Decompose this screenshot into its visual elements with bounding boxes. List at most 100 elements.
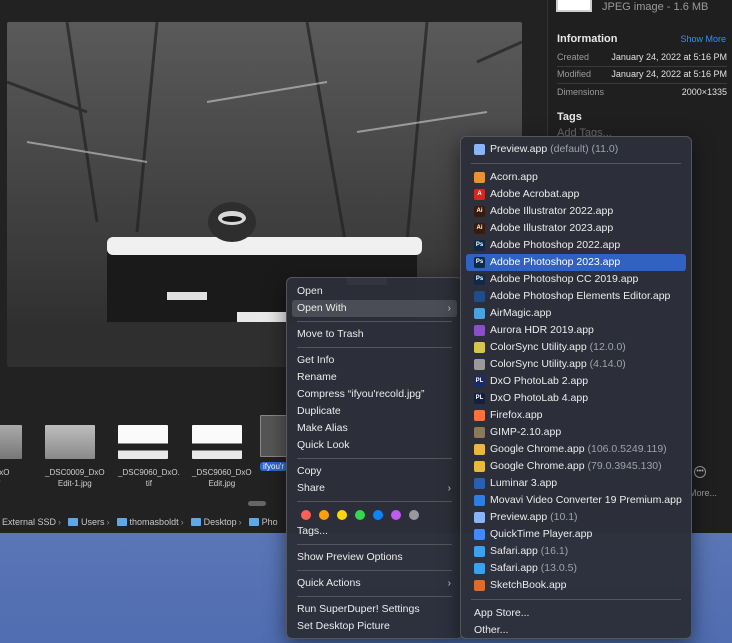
menu-item-show-preview-options[interactable]: Show Preview Options: [292, 549, 457, 566]
menu-item-tags[interactable]: Tags...: [292, 523, 457, 540]
submenu-item-app[interactable]: Acorn.app: [466, 169, 686, 186]
app-version: (16.1): [537, 545, 569, 557]
submenu-item-app[interactable]: Safari.app (13.0.5): [466, 560, 686, 577]
submenu-item-app[interactable]: Luminar 3.app: [466, 475, 686, 492]
submenu-item-app[interactable]: Ps Adobe Photoshop CC 2019.app: [466, 271, 686, 288]
menu-item-share[interactable]: Share ›: [292, 480, 457, 497]
submenu-item-app[interactable]: Ai Adobe Illustrator 2023.app: [466, 220, 686, 237]
info-key: Dimensions: [557, 87, 605, 97]
submenu-item-app[interactable]: PL DxO PhotoLab 2.app: [466, 373, 686, 390]
firefox-icon: [474, 410, 485, 421]
tag-purple-dot[interactable]: [391, 509, 401, 520]
aurora-icon: [474, 325, 485, 336]
app-name: Adobe Photoshop 2022.app: [490, 239, 621, 251]
app-name: Movavi Video Converter 19 Premium.app: [490, 494, 682, 506]
submenu-item-app[interactable]: SketchBook.app: [466, 577, 686, 594]
path-segment[interactable]: Desktop ›: [190, 517, 246, 527]
submenu-item-app[interactable]: Ps Adobe Photoshop 2022.app: [466, 237, 686, 254]
thumbnail-item[interactable]: 9_DxOtif: [0, 425, 22, 489]
submenu-item-default-app[interactable]: Preview.app (default) (11.0): [466, 141, 686, 158]
tag-red-dot[interactable]: [301, 509, 311, 520]
submenu-item-app[interactable]: GIMP-2.10.app: [466, 424, 686, 441]
tags-heading: Tags: [557, 111, 582, 123]
submenu-item-app[interactable]: Aurora HDR 2019.app: [466, 322, 686, 339]
info-key: Modified: [557, 69, 592, 79]
dxo-icon: PL: [474, 376, 485, 387]
tag-blue-dot[interactable]: [373, 509, 383, 520]
submenu-item-app[interactable]: QuickTime Player.app: [466, 526, 686, 543]
path-segment[interactable]: thomasboldt ›: [116, 517, 188, 527]
folder-icon: [248, 518, 259, 526]
thumbnail-item[interactable]: _DSC9060_DxO. tif: [118, 425, 180, 489]
submenu-item-app[interactable]: ColorSync Utility.app (4.14.0): [466, 356, 686, 373]
submenu-item-app[interactable]: Ai Adobe Illustrator 2022.app: [466, 203, 686, 220]
submenu-item-app[interactable]: Movavi Video Converter 19 Premium.app: [466, 492, 686, 509]
thumbnail-item[interactable]: _DSC0009_DxO Edit-1.jpg: [45, 425, 105, 489]
submenu-item-app[interactable]: Safari.app (16.1): [466, 543, 686, 560]
menu-item-make-alias[interactable]: Make Alias: [292, 420, 457, 437]
thumbnail-image: [0, 425, 22, 459]
menu-item-quick-look[interactable]: Quick Look: [292, 437, 457, 454]
submenu-item-app-store[interactable]: App Store...: [466, 605, 686, 622]
information-heading: Information: [557, 33, 618, 45]
luminar-icon: [474, 478, 485, 489]
menu-item-open-with[interactable]: Open With ›: [292, 300, 457, 317]
submenu-item-app[interactable]: Preview.app (10.1): [466, 509, 686, 526]
menu-item-duplicate[interactable]: Duplicate: [292, 403, 457, 420]
menu-separator: [297, 501, 452, 502]
submenu-item-app[interactable]: Adobe Photoshop Elements Editor.app: [466, 288, 686, 305]
quicktime-icon: [474, 529, 485, 540]
app-version: (106.0.5249.119): [584, 443, 667, 455]
tag-orange-dot[interactable]: [319, 509, 329, 520]
divider: [557, 66, 727, 67]
menu-item-rename[interactable]: Rename: [292, 369, 457, 386]
submenu-item-app[interactable]: AirMagic.app: [466, 305, 686, 322]
horizontal-scrollbar[interactable]: [248, 501, 266, 506]
path-segment[interactable]: External SSD ›: [2, 517, 65, 527]
path-segment[interactable]: Pho: [248, 517, 278, 527]
submenu-item-app[interactable]: Google Chrome.app (79.0.3945.130): [466, 458, 686, 475]
app-name: Safari.app: [490, 545, 538, 557]
menu-item-compress[interactable]: Compress “ifyou'recold.jpg”: [292, 386, 457, 403]
menu-item-move-to-trash[interactable]: Move to Trash: [292, 326, 457, 343]
thumbnail-image: [192, 425, 242, 459]
thumbnail-item-selected[interactable]: ifyou'r: [260, 415, 288, 472]
submenu-item-other[interactable]: Other...: [466, 622, 686, 639]
tag-green-dot[interactable]: [355, 509, 365, 520]
menu-separator: [297, 570, 452, 571]
submenu-item-app[interactable]: PL DxO PhotoLab 4.app: [466, 390, 686, 407]
submenu-item-app[interactable]: Ps Adobe Photoshop 2023.app: [466, 254, 686, 271]
menu-separator: [471, 599, 681, 600]
app-name: DxO PhotoLab 2.app: [490, 375, 589, 387]
menu-item-copy[interactable]: Copy: [292, 463, 457, 480]
sketchbook-icon: [474, 580, 485, 591]
movavi-icon: [474, 495, 485, 506]
submenu-item-app[interactable]: Firefox.app: [466, 407, 686, 424]
submenu-item-app[interactable]: A Adobe Acrobat.app: [466, 186, 686, 203]
illustrator-icon: Ai: [474, 206, 485, 217]
thumbnail-label: _DSC9060_DxO Edit.jpg: [192, 468, 252, 488]
tag-gray-dot[interactable]: [409, 509, 419, 520]
app-name: Safari.app: [490, 562, 538, 574]
submenu-item-app[interactable]: ColorSync Utility.app (12.0.0): [466, 339, 686, 356]
more-icon[interactable]: •••: [694, 466, 706, 478]
safari-icon: [474, 563, 485, 574]
folder-icon: [116, 518, 127, 526]
thumbnail-item[interactable]: _DSC9060_DxO Edit.jpg: [192, 425, 252, 489]
menu-item-set-desktop-picture[interactable]: Set Desktop Picture: [292, 618, 457, 635]
show-more-link[interactable]: Show More: [680, 34, 726, 44]
thumbnail-strip: 9_DxOtif _DSC0009_DxOEdit-1.jpg _DSC9060…: [0, 410, 290, 500]
app-version: (4.14.0): [586, 358, 626, 370]
more-label[interactable]: More...: [689, 488, 717, 498]
app-name: Adobe Illustrator 2022.app: [490, 205, 614, 217]
menu-item-open[interactable]: Open: [292, 283, 457, 300]
menu-item-quick-actions[interactable]: Quick Actions ›: [292, 575, 457, 592]
menu-item-run-superduper[interactable]: Run SuperDuper! Settings: [292, 601, 457, 618]
info-value: January 24, 2022 at 5:16 PM: [611, 52, 727, 62]
path-segment[interactable]: Users ›: [68, 517, 114, 527]
file-thumbnail-icon: [556, 0, 592, 12]
file-kind-label: JPEG image - 1.6 MB: [602, 1, 709, 13]
tag-yellow-dot[interactable]: [337, 509, 347, 520]
submenu-item-app[interactable]: Google Chrome.app (106.0.5249.119): [466, 441, 686, 458]
menu-item-get-info[interactable]: Get Info: [292, 352, 457, 369]
